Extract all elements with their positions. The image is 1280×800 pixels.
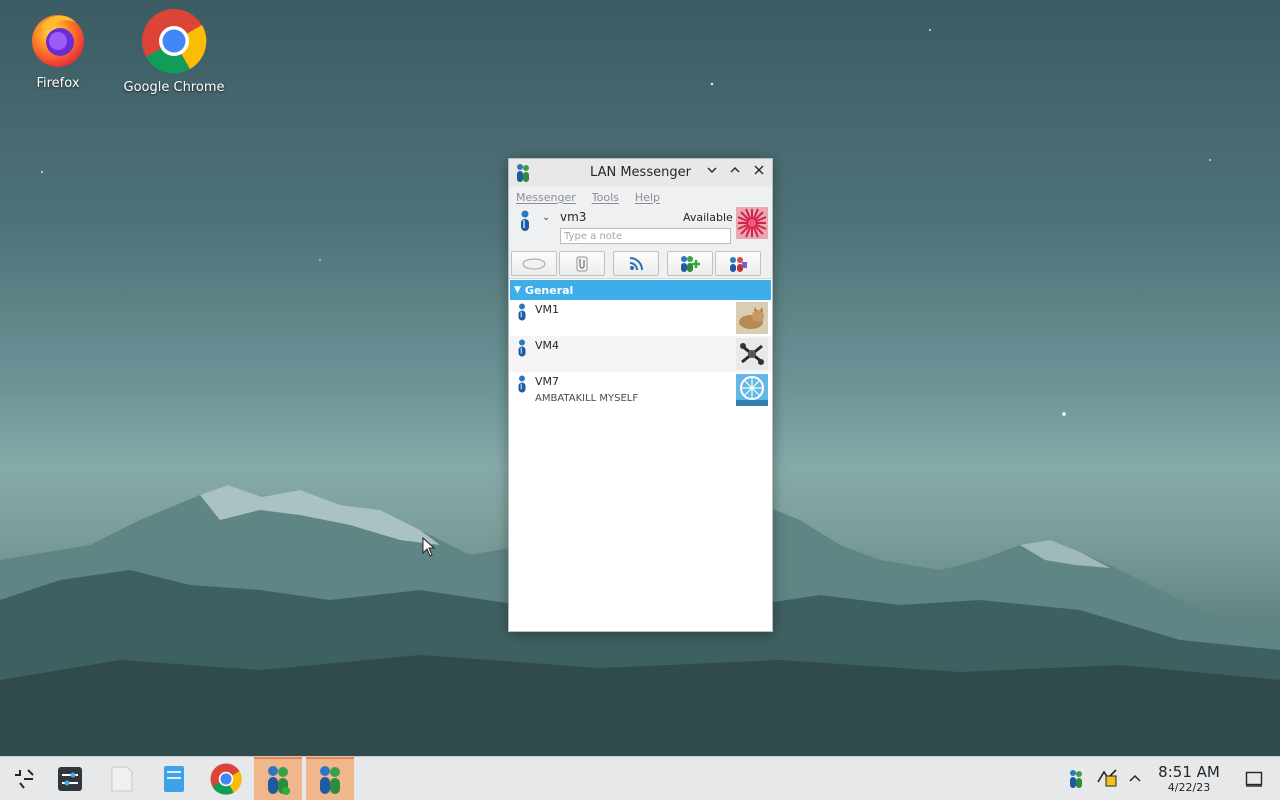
desktop-icon-firefox[interactable]: Firefox [3, 8, 113, 91]
add-contact-button[interactable] [667, 251, 713, 276]
rss-button[interactable] [613, 251, 659, 276]
file-icon [111, 766, 133, 792]
taskbar-lan-messenger-1[interactable] [254, 757, 302, 800]
minimize-button[interactable] [703, 164, 721, 182]
group-header-general[interactable]: ▼ General [510, 280, 771, 300]
group-settings-button[interactable] [715, 251, 761, 276]
contact-item-vm7[interactable]: VM7 AMBATAKILL MYSELF [509, 372, 772, 408]
firefox-icon [32, 15, 84, 67]
chevron-up-icon[interactable] [1128, 773, 1142, 783]
menu-help[interactable]: Help [635, 191, 660, 204]
updates-tray-icon[interactable] [1096, 768, 1118, 788]
chrome-icon [142, 9, 207, 74]
user-status-icon [518, 339, 526, 357]
user-status-icon[interactable] [519, 210, 531, 232]
clock-date: 4/22/23 [1167, 781, 1211, 794]
application-launcher-button[interactable] [0, 757, 48, 800]
digital-clock[interactable]: 8:51 AM 4/22/23 [1150, 764, 1228, 795]
contact-note: AMBATAKILL MYSELF [535, 393, 639, 404]
contact-item-vm4[interactable]: VM4 [509, 336, 772, 372]
user-avatar[interactable] [736, 207, 768, 239]
desktop-icon-chrome[interactable]: Google Chrome [119, 8, 229, 95]
taskbar-file-manager[interactable] [98, 757, 146, 800]
taskbar-lan-messenger-2[interactable] [306, 757, 354, 800]
close-icon [754, 165, 764, 175]
clock-time: 8:51 AM [1158, 763, 1220, 781]
launcher-icon [15, 769, 34, 789]
taskbar: 8:51 AM 4/22/23 [0, 756, 1280, 800]
settings-icon [58, 767, 82, 791]
user-status-icon [518, 375, 526, 393]
menu-messenger[interactable]: Messenger [516, 191, 576, 204]
rss-icon [629, 256, 643, 270]
chrome-icon [210, 763, 242, 795]
close-button[interactable] [750, 164, 768, 182]
lan-messenger-icon [320, 766, 340, 794]
contact-item-vm1[interactable]: VM1 [509, 300, 772, 336]
taskbar-chrome[interactable] [202, 757, 250, 800]
lan-messenger-tray-icon[interactable] [1068, 769, 1084, 789]
contact-avatar [736, 338, 768, 370]
chevron-down-icon [707, 167, 717, 173]
show-desktop-icon[interactable] [1245, 771, 1263, 787]
paperclip-icon [576, 256, 588, 271]
contact-name: VM7 [535, 375, 560, 388]
group-icon [730, 256, 747, 272]
user-status-icon [518, 303, 526, 321]
message-icon [522, 258, 546, 269]
lan-messenger-icon [268, 766, 290, 795]
contact-avatar [736, 374, 768, 406]
group-label: General [524, 283, 574, 297]
toolbar [509, 249, 772, 279]
username-label: vm3 [560, 210, 587, 224]
taskbar-dolphin[interactable] [150, 757, 198, 800]
desktop-icon-label: Google Chrome [123, 80, 225, 95]
menu-tools[interactable]: Tools [592, 191, 619, 204]
desktop-icon-label: Firefox [36, 76, 80, 91]
file-transfer-button[interactable] [559, 251, 605, 276]
taskbar-system-settings[interactable] [46, 757, 94, 800]
contact-name: VM1 [535, 303, 560, 316]
chevron-up-icon [730, 167, 740, 173]
note-input[interactable] [560, 228, 731, 244]
maximize-button[interactable] [726, 164, 744, 182]
status-dropdown-icon[interactable]: ⌄ [542, 212, 550, 223]
menu-bar: Messenger Tools Help [509, 187, 772, 207]
expand-triangle-icon: ▼ [514, 285, 521, 295]
folder-icon [164, 766, 184, 792]
add-user-icon [681, 255, 700, 272]
mouse-cursor-icon [422, 537, 436, 557]
contact-name: VM4 [535, 339, 560, 352]
status-label[interactable]: Available [683, 211, 733, 224]
lan-messenger-window: LAN Messenger Messenger Tools Help ⌄ vm3… [508, 158, 773, 632]
title-bar[interactable]: LAN Messenger [509, 159, 772, 187]
broadcast-button[interactable] [511, 251, 557, 276]
contact-avatar [736, 302, 768, 334]
profile-panel: ⌄ vm3 Available [509, 207, 772, 249]
